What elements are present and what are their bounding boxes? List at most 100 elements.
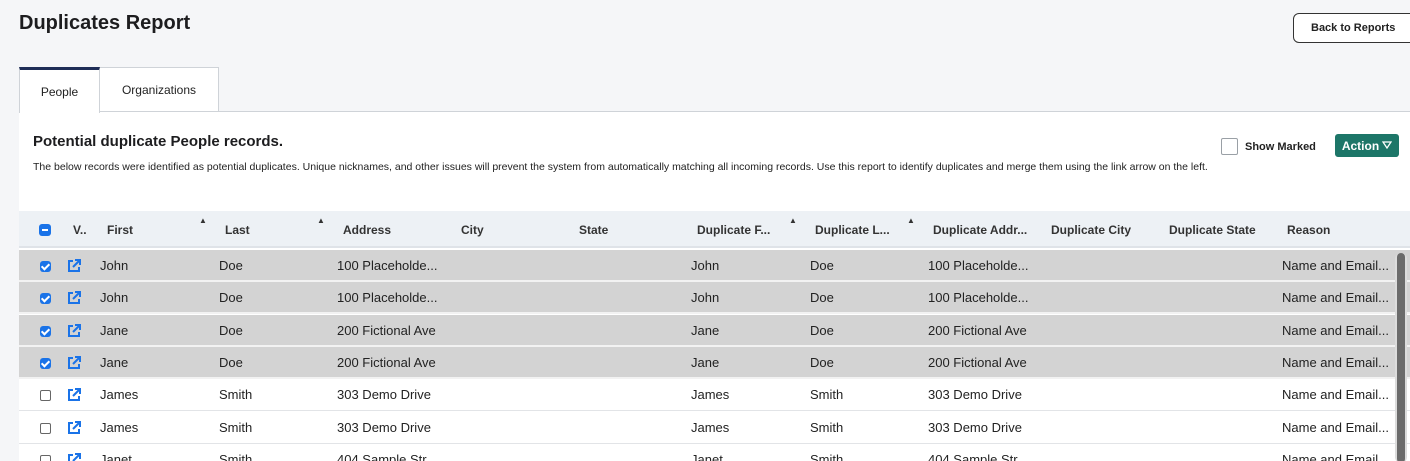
external-link-icon[interactable] [66, 387, 82, 403]
cell-dup-state [1164, 282, 1274, 313]
row-checkbox[interactable] [40, 326, 51, 337]
cell-state [573, 379, 683, 410]
cell-dup-city [1046, 412, 1156, 443]
external-link-icon[interactable] [66, 452, 82, 461]
cell-dup-address: 404 Sample Str... [928, 452, 1028, 461]
cell-address: 303 Demo Drive [337, 420, 431, 435]
table-row[interactable]: John Doe 100 Placeholde... John Doe 100 Place… [19, 282, 1410, 314]
cell-dup-first: Janet [691, 452, 723, 461]
cell-state [573, 444, 683, 461]
cell-dup-state [1164, 347, 1274, 378]
cell-last: Doe [219, 323, 243, 338]
column-header-5[interactable]: State [579, 211, 689, 248]
show-marked-checkbox[interactable] [1221, 138, 1238, 155]
cell-first: John [100, 290, 129, 305]
cell-address: 404 Sample Str... [337, 452, 437, 461]
cell-address: 200 Fictional Ave [337, 323, 436, 338]
cell-first: Jane [100, 323, 129, 338]
row-checkbox[interactable] [40, 293, 51, 304]
column-header-7[interactable]: Duplicate L... [815, 211, 915, 248]
row-checkbox[interactable] [40, 423, 51, 434]
cell-dup-first: James [691, 387, 730, 402]
cell-state [573, 412, 683, 443]
tab-people[interactable]: People [19, 67, 100, 113]
cell-dup-last: Smith [810, 420, 844, 435]
action-button[interactable]: Action [1335, 134, 1399, 157]
external-link-icon[interactable] [66, 420, 82, 436]
select-all-checkbox[interactable] [39, 224, 51, 236]
cell-dup-last: Doe [810, 323, 834, 338]
cell-city [455, 347, 565, 378]
column-header-2[interactable]: Last [225, 211, 325, 248]
cell-last: Doe [219, 290, 243, 305]
page-title: Duplicates Report [19, 12, 191, 34]
table-row[interactable]: James Smith 303 Demo Drive James Smith 303 De… [19, 412, 1410, 444]
cell-reason: Name and Email... [1282, 387, 1389, 402]
tab-organizations[interactable]: Organizations [99, 67, 219, 112]
vertical-scrollbar[interactable] [1395, 253, 1407, 461]
cell-address: 100 Placeholde... [337, 258, 438, 273]
external-link-icon[interactable] [66, 290, 82, 306]
cell-dup-first: John [691, 258, 720, 273]
cell-dup-city [1046, 347, 1156, 378]
external-link-icon[interactable] [66, 355, 82, 371]
column-header-4[interactable]: City [461, 211, 571, 248]
column-header-10[interactable]: Duplicate State [1169, 211, 1281, 248]
table-row[interactable]: Jane Doe 200 Fictional Ave Jane Doe 200 Ficti… [19, 347, 1410, 379]
grid-body: John Doe 100 Placeholde... John Doe 100 Place… [19, 250, 1410, 461]
column-header-6[interactable]: Duplicate F... [697, 211, 797, 248]
chevron-down-icon [1381, 140, 1393, 151]
sort-ascending-icon[interactable]: ▲ [317, 216, 325, 225]
column-header-1[interactable]: First [107, 211, 207, 248]
row-checkbox[interactable] [40, 455, 51, 461]
cell-city [455, 315, 565, 346]
cell-last: Smith [219, 387, 253, 402]
cell-last: Smith [219, 420, 253, 435]
table-row[interactable]: Jane Doe 200 Fictional Ave Jane Doe 200 Ficti… [19, 315, 1410, 347]
column-header-11[interactable]: Reason [1287, 211, 1397, 248]
cell-dup-state [1164, 444, 1274, 461]
table-row[interactable]: John Doe 100 Placeholde... John Doe 100 Place… [19, 250, 1410, 282]
cell-dup-last: Doe [810, 290, 834, 305]
column-header-3[interactable]: Address [343, 211, 453, 248]
sort-ascending-icon[interactable]: ▲ [199, 216, 207, 225]
cell-dup-state [1164, 412, 1274, 443]
cell-dup-address: 100 Placeholde... [928, 258, 1029, 273]
cell-dup-first: James [691, 420, 730, 435]
cell-last: Smith [219, 452, 253, 461]
cell-reason: Name and Email... [1282, 452, 1389, 461]
cell-dup-address: 100 Placeholde... [928, 290, 1029, 305]
show-marked-toggle[interactable]: Show Marked [1221, 138, 1316, 155]
cell-dup-last: Doe [810, 355, 834, 370]
cell-dup-last: Smith [810, 452, 844, 461]
cell-first: James [100, 387, 139, 402]
row-checkbox[interactable] [40, 390, 51, 401]
cell-last: Doe [219, 258, 243, 273]
sort-ascending-icon[interactable]: ▲ [907, 216, 915, 225]
cell-state [573, 347, 683, 378]
cell-reason: Name and Email... [1282, 355, 1389, 370]
sort-ascending-icon[interactable]: ▲ [789, 216, 797, 225]
cell-dup-first: Jane [691, 355, 720, 370]
scrollbar-thumb[interactable] [1397, 253, 1405, 461]
action-label: Action [1341, 138, 1380, 153]
table-row[interactable]: James Smith 303 Demo Drive James Smith 303 De… [19, 379, 1410, 411]
back-to-reports-button[interactable]: Back to Reports [1293, 13, 1410, 43]
cell-state [573, 315, 683, 346]
cell-address: 100 Placeholde... [337, 290, 438, 305]
show-marked-label: Show Marked [1245, 140, 1316, 153]
cell-dup-city [1046, 379, 1156, 410]
cell-city [455, 444, 565, 461]
external-link-icon[interactable] [66, 258, 82, 274]
cell-address: 303 Demo Drive [337, 387, 431, 402]
row-checkbox[interactable] [40, 261, 51, 272]
cell-first: John [100, 258, 129, 273]
external-link-icon[interactable] [66, 323, 82, 339]
column-header-0[interactable]: V.. [73, 211, 91, 248]
cell-first: Jane [100, 355, 129, 370]
row-checkbox[interactable] [40, 358, 51, 369]
column-header-8[interactable]: Duplicate Addr... [933, 211, 1043, 248]
column-header-9[interactable]: Duplicate City [1051, 211, 1161, 248]
cell-city [455, 379, 565, 410]
table-row[interactable]: Janet Smith 404 Sample Str... Janet Smith 404… [19, 444, 1410, 461]
